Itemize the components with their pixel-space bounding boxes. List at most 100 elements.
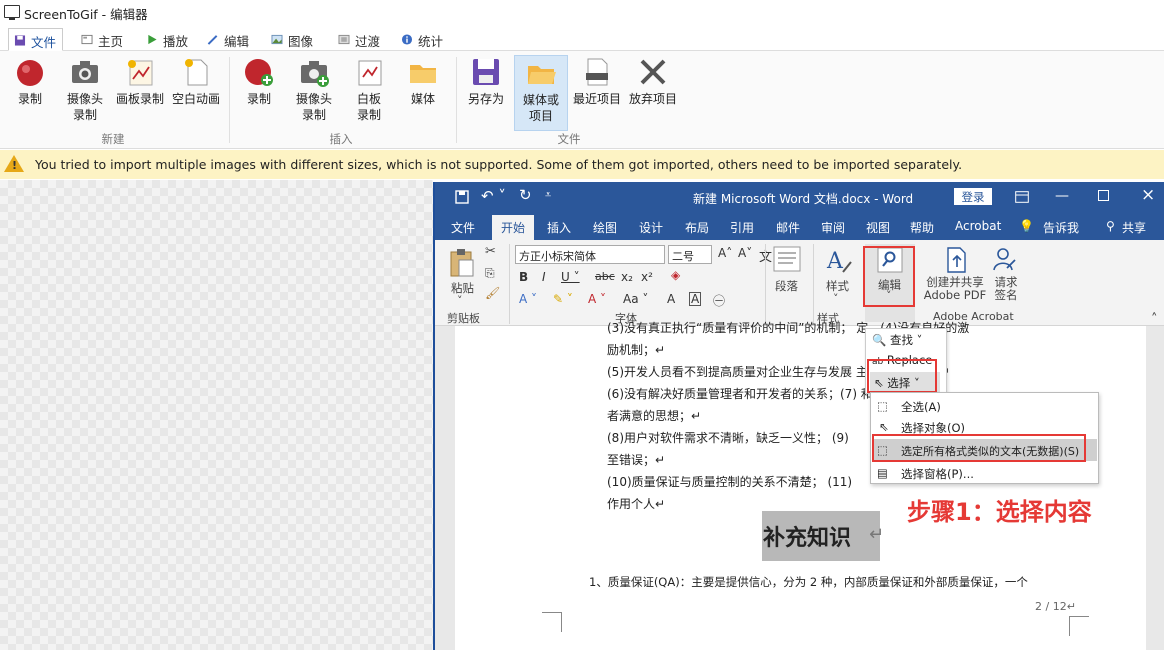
subscript-icon[interactable]: x₂ [621,270,633,284]
tell-me-search[interactable]: 告诉我 [1043,219,1079,236]
clear-format-icon[interactable]: ◈ [671,268,680,282]
maximize-icon[interactable] [1098,190,1109,201]
character-shading-icon[interactable]: A [667,292,675,306]
tab-image[interactable]: 图像 [266,28,319,51]
word-tab-home[interactable]: 开始 [492,215,535,240]
quick-access-dropdown-icon[interactable]: ⩡ [545,188,551,202]
insert-camera-button[interactable]: 摄像头 录制 [287,55,341,123]
share-button[interactable]: 共享 [1122,219,1146,236]
tab-file[interactable]: 文件 [8,28,64,51]
create-share-pdf-label[interactable]: 创建并共享 Adobe PDF [923,276,987,302]
create-pdf-icon[interactable] [943,246,969,274]
discard-project-button[interactable]: 放弃项目 [626,55,680,107]
lightbulb-icon: 💡 [1019,219,1034,233]
login-button[interactable]: 登录 [954,188,992,205]
font-color-icon[interactable]: A ˅ [588,292,606,306]
paragraph-icon[interactable] [773,246,801,272]
insert-record-button[interactable]: 录制 [237,55,281,107]
request-signature-icon[interactable] [991,246,1019,274]
ribbon: 录制 摄像头 录制 画板录制 空白动画 新建 录制 摄像头 录制 白板 录制 媒… [0,51,1164,149]
doc-line: (10)质量保证与质量控制的关系不清楚； (11) [607,475,853,489]
warning-bar: ! You tried to import multiple images wi… [0,150,1164,179]
word-tab-acrobat[interactable]: Acrobat [955,219,1001,233]
word-tab-file[interactable]: 文件 [451,219,475,236]
font-name-select[interactable]: 方正小标宋简体 [515,245,665,264]
doc-line: 者满意的思想；↵ [607,409,702,423]
minimize-icon[interactable]: — [1055,188,1069,204]
doc-line: 作用个人↵ [607,497,666,511]
word-tab-help[interactable]: 帮助 [910,219,934,236]
change-case-icon[interactable]: Aa ˅ [623,292,648,306]
camera-record-button[interactable]: 摄像头 录制 [58,55,112,123]
request-signature-label[interactable]: 请求 签名 [992,276,1020,302]
tab-play[interactable]: 播放 [141,28,194,51]
tab-statistics[interactable]: 统计 [396,28,449,51]
text-effects-icon[interactable]: A ˅ [519,292,537,306]
doc-line: (8)用户对软件需求不清晰，缺乏一义性； (9) [607,431,849,445]
redo-icon[interactable]: ↻ [519,186,532,204]
save-as-button[interactable]: 另存为 [462,55,510,107]
transparent-canvas [0,180,433,650]
bold-icon[interactable]: B [519,270,528,284]
word-tab-mailings[interactable]: 邮件 [776,219,800,236]
tab-edit[interactable]: 编辑 [202,28,255,51]
search-icon: 🔍 [872,333,887,347]
save-icon [473,59,499,85]
highlight-icon[interactable]: ✎ ˅ [553,292,573,306]
clipboard-group-label: 剪贴板 [447,312,480,325]
styles-dropdown-icon[interactable]: ˅ [833,292,839,305]
collapse-ribbon-icon[interactable]: ˄ [1151,312,1158,327]
paste-label[interactable]: 粘贴 [451,280,474,296]
grow-font-icon[interactable]: A˄ [718,246,732,260]
word-tab-view[interactable]: 视图 [866,219,890,236]
copy-icon[interactable]: ⎘ [485,266,495,281]
undo-icon[interactable]: ↶ ˅ [481,187,506,205]
home-layout-icon [81,34,93,45]
underline-icon[interactable]: U ˅ [561,270,580,284]
record-icon [17,60,43,86]
word-tab-insert[interactable]: 插入 [547,219,571,236]
insert-media-button[interactable]: 媒体 [402,55,444,107]
record-button[interactable]: 录制 [8,55,52,107]
editing-highlight-box [863,246,915,307]
shrink-font-icon[interactable]: A˅ [738,246,752,260]
cut-icon[interactable]: ✂ [485,244,496,259]
svg-text:A: A [826,249,844,274]
open-media-project-button[interactable]: 媒体或 项目 [514,55,568,131]
word-tab-draw[interactable]: 绘图 [593,219,617,236]
paste-dropdown-icon[interactable]: ˅ [457,294,463,307]
strikethrough-icon[interactable]: abc [595,270,615,283]
doc-heading: 补充知识 [763,525,852,551]
tab-transition[interactable]: 过渡 [333,28,386,51]
word-tab-review[interactable]: 审阅 [821,219,845,236]
doc-line: 励机制；↵ [607,343,666,357]
tab-home[interactable]: 主页 [76,28,129,51]
menu-item-selection-pane[interactable]: 选择窗格(P)... [901,466,974,482]
recent-projects-button[interactable]: 最近项目 [570,55,624,107]
word-title-bar: ↶ ˅ ↻ ⩡ 新建 Microsoft Word 文档.docx - Word… [435,182,1164,212]
character-border-icon[interactable]: A [689,292,702,306]
blank-animation-button[interactable]: 空白动画 [168,55,224,107]
font-size-select[interactable]: 二号 [668,245,712,264]
paragraph-label[interactable]: 段落 [775,278,798,294]
superscript-icon[interactable]: x² [641,270,653,284]
menu-item-find[interactable]: 🔍 查找 ˅ [872,332,922,348]
doc-paragraph: 1、质量保证(QA)：主要是提供信心，分为 2 种，内部质量保证和外部质量保证，… [589,575,1028,589]
ribbon-display-icon[interactable] [1015,191,1029,203]
italic-icon[interactable]: I [542,270,546,284]
menu-item-select-all[interactable]: 全选(A) [901,399,941,415]
word-tab-references[interactable]: 引用 [730,219,754,236]
styles-icon[interactable]: A [825,246,853,274]
word-tab-design[interactable]: 设计 [639,219,663,236]
document-page: (3)没有真正执行“质量有评价的中间”的机制； 定，(4)没有良好的激 励机制；… [455,321,1146,650]
paste-icon[interactable] [449,248,475,278]
blank-page-icon [185,59,208,86]
format-painter-icon[interactable]: 🖌 [485,286,500,300]
whiteboard-record-button[interactable]: 白板 录制 [348,55,390,123]
close-icon[interactable]: × [1141,185,1155,205]
enclose-character-icon[interactable]: ㊀ [713,292,725,309]
word-tab-layout[interactable]: 布局 [685,219,709,236]
group-divider [229,57,230,143]
cursor-icon: ⇖ [879,420,889,434]
board-record-button[interactable]: 画板录制 [112,55,168,107]
